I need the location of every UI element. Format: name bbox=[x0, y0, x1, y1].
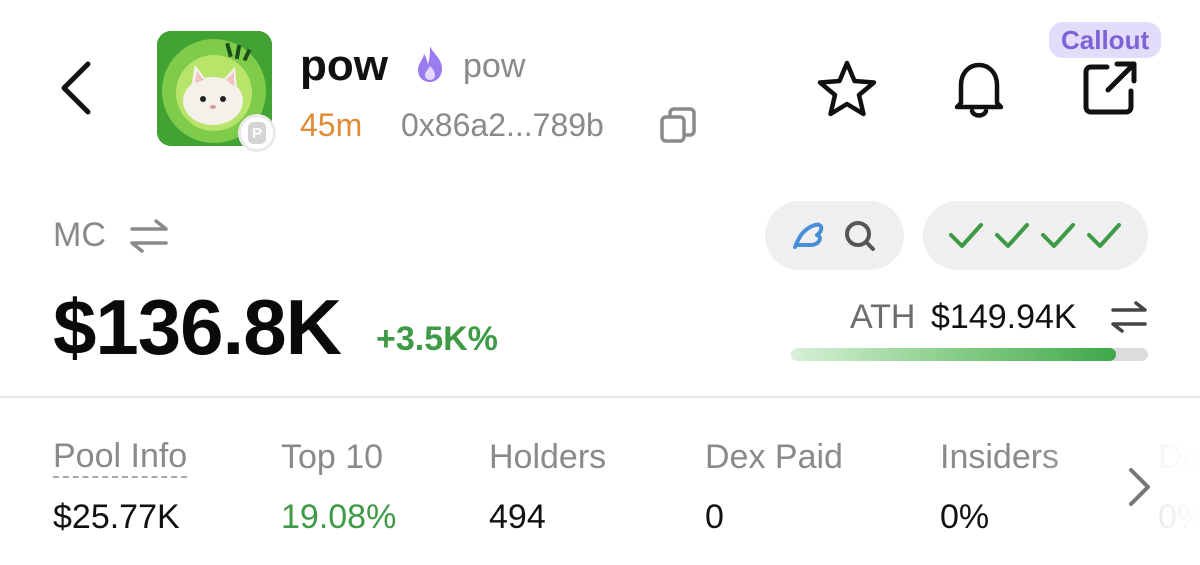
ath-progress-fill bbox=[791, 348, 1116, 361]
stat-value: $25.77K bbox=[53, 498, 180, 536]
stat-label: De bbox=[1158, 438, 1200, 476]
stat-label: Insiders bbox=[940, 438, 1060, 476]
stat-value: 494 bbox=[489, 498, 546, 536]
market-cap-label: MC bbox=[53, 216, 106, 254]
section-divider bbox=[0, 396, 1200, 398]
search-icon bbox=[845, 221, 875, 251]
ath-progress-bar bbox=[791, 348, 1148, 361]
chevron-right-icon bbox=[1129, 468, 1150, 506]
stat-value: 19.08% bbox=[281, 498, 397, 536]
stat-partial: De 0% bbox=[1158, 436, 1200, 538]
token-symbol: pow bbox=[463, 47, 526, 85]
token-name: pow bbox=[300, 41, 388, 90]
bell-icon bbox=[954, 62, 1004, 118]
feather-icon bbox=[793, 222, 824, 249]
copy-icon bbox=[660, 107, 696, 143]
mc-toggle-button[interactable] bbox=[128, 218, 170, 254]
favorite-button[interactable] bbox=[814, 57, 880, 123]
token-age: 45m bbox=[300, 107, 363, 143]
callout-badge[interactable]: Callout bbox=[1049, 22, 1162, 58]
flame-icon bbox=[411, 44, 449, 84]
stat-label[interactable]: Pool Info bbox=[53, 436, 188, 478]
check-icon bbox=[995, 223, 1029, 248]
external-link-icon bbox=[1083, 61, 1137, 115]
contract-address: 0x86a2...789b bbox=[401, 107, 604, 143]
chevron-left-icon bbox=[61, 61, 91, 115]
stat-value: 0% bbox=[940, 498, 990, 536]
swap-arrows-icon bbox=[1111, 301, 1147, 333]
stat-label: Top 10 bbox=[281, 438, 384, 476]
share-button[interactable] bbox=[1079, 57, 1141, 119]
ath-label: ATH bbox=[850, 298, 916, 336]
stat-label: Holders bbox=[489, 438, 607, 476]
platform-badge: P bbox=[238, 114, 276, 152]
market-cap-change: +3.5K% bbox=[376, 320, 498, 358]
scroll-right-button[interactable] bbox=[1124, 464, 1154, 510]
stat-top-10: Top 10 19.08% bbox=[281, 436, 396, 538]
stat-pool-info[interactable]: Pool Info $25.77K bbox=[53, 436, 188, 538]
star-icon bbox=[817, 60, 877, 117]
market-cap-value: $136.8K bbox=[53, 283, 342, 371]
stat-value: 0% bbox=[1158, 498, 1200, 536]
stat-dex-paid: Dex Paid 0 bbox=[705, 436, 843, 538]
ath-toggle-button[interactable] bbox=[1110, 300, 1148, 334]
copy-address-button[interactable] bbox=[658, 105, 698, 145]
alert-button[interactable] bbox=[947, 57, 1011, 123]
back-button[interactable] bbox=[52, 58, 102, 118]
check-icon bbox=[949, 223, 983, 248]
ath-value: $149.94K bbox=[931, 298, 1077, 336]
stat-holders: Holders 494 bbox=[489, 436, 606, 538]
platform-icon: P bbox=[248, 122, 266, 144]
check-icon bbox=[1041, 223, 1075, 248]
stat-label: Dex Paid bbox=[705, 438, 843, 476]
social-search-pill[interactable] bbox=[765, 201, 904, 270]
stat-value: 0 bbox=[705, 498, 724, 536]
stat-insiders: Insiders 0% bbox=[940, 436, 1059, 538]
swap-arrows-icon bbox=[130, 219, 168, 253]
security-checks-pill[interactable] bbox=[923, 201, 1148, 270]
check-icon bbox=[1087, 223, 1121, 248]
